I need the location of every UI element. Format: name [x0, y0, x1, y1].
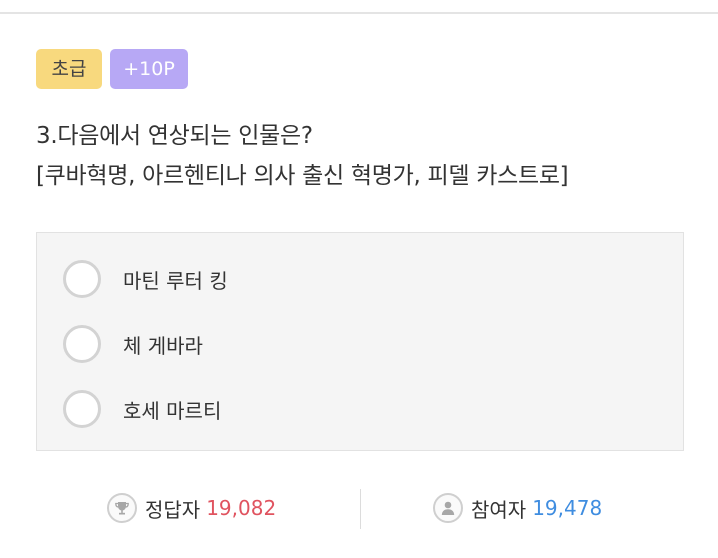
radio-button[interactable] [63, 260, 101, 298]
participants-label: 참여자 [471, 497, 527, 522]
answer-option-2[interactable]: 체 게바라 [63, 322, 203, 366]
answer-label: 체 게바라 [123, 333, 203, 358]
radio-button[interactable] [63, 325, 101, 363]
question-text: 3.다음에서 연상되는 인물은? [쿠바혁명, 아르헨티나 의사 출신 혁명가,… [36, 116, 569, 196]
top-divider [0, 12, 718, 14]
level-badge: 초급 [36, 49, 102, 89]
participants-count: 19,478 [532, 496, 603, 520]
participants-stat: 참여자 19,478 [433, 486, 602, 530]
answer-option-1[interactable]: 마틴 루터 킹 [63, 257, 228, 301]
quiz-stats: 정답자 19,082 참여자 19,478 [0, 486, 718, 530]
question-title: 3.다음에서 연상되는 인물은? [36, 123, 313, 149]
answer-option-3[interactable]: 호세 마르티 [63, 387, 221, 431]
correct-count: 19,082 [206, 496, 277, 520]
correct-stat: 정답자 19,082 [107, 486, 276, 530]
answer-options: 마틴 루터 킹 체 게바라 호세 마르티 [36, 232, 684, 451]
correct-label: 정답자 [145, 497, 201, 522]
answer-label: 마틴 루터 킹 [123, 268, 228, 293]
trophy-icon [107, 493, 137, 523]
points-badge: +10P [110, 49, 188, 89]
person-icon [433, 493, 463, 523]
question-hint: [쿠바혁명, 아르헨티나 의사 출신 혁명가, 피델 카스트로] [36, 163, 569, 189]
stats-divider [360, 489, 361, 529]
answer-label: 호세 마르티 [123, 398, 222, 423]
badge-group: 초급 +10P [36, 49, 188, 89]
radio-button[interactable] [63, 390, 101, 428]
